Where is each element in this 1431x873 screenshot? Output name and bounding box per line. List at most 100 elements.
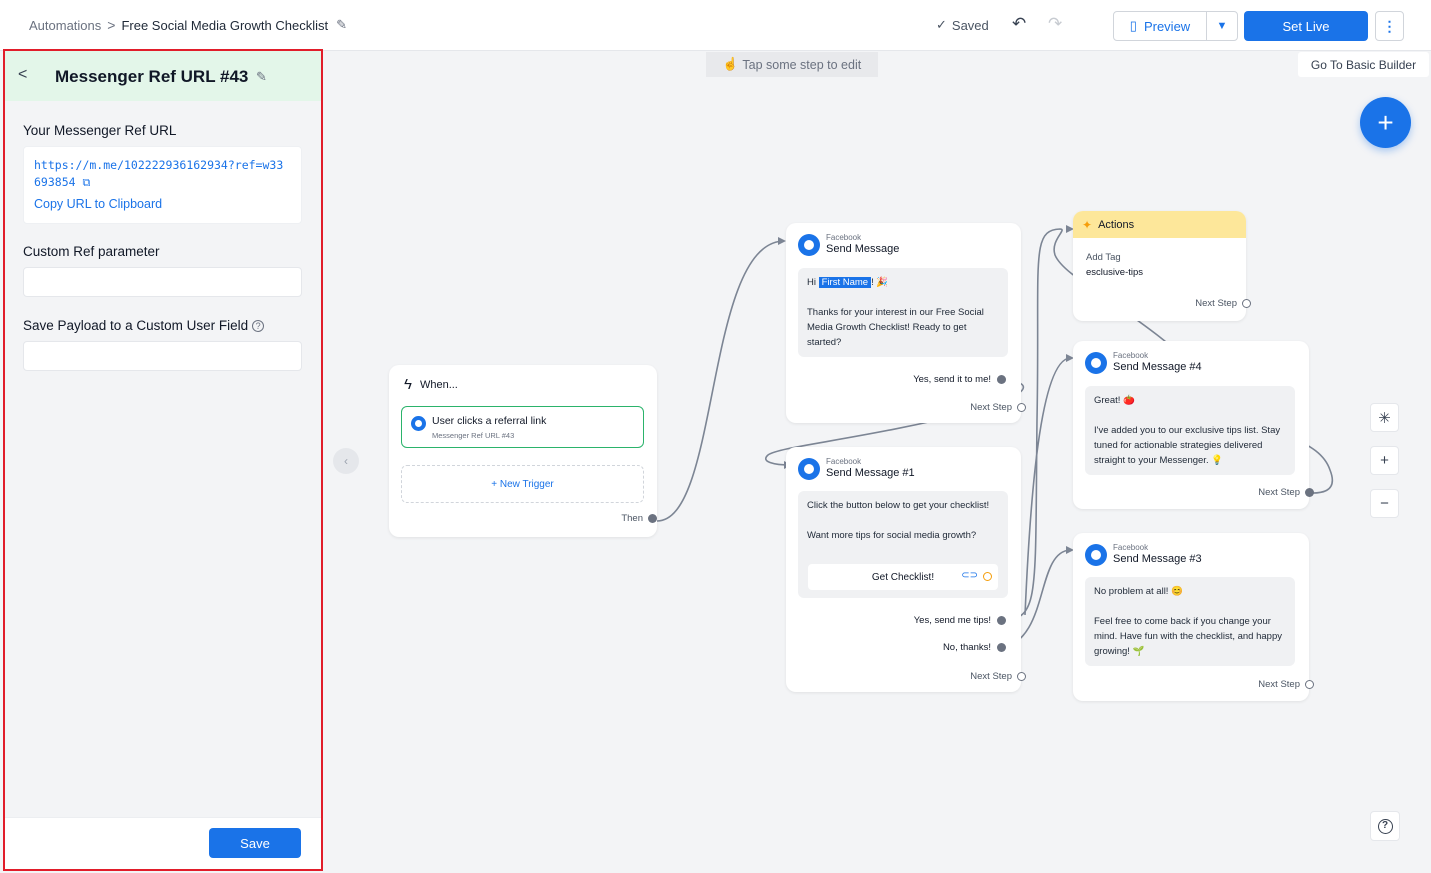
payload-field-label-row: Save Payload to a Custom User Field? bbox=[23, 318, 265, 333]
button-output-ring[interactable] bbox=[983, 572, 992, 581]
settings-panel: < Messenger Ref URL #43 ✎ Your Messenger… bbox=[3, 49, 323, 871]
sparkle-icon: ✦ bbox=[1082, 217, 1093, 232]
send-message-4-header: Facebook Send Message #4 bbox=[1085, 351, 1202, 374]
tap-step-banner: ☝ Tap some step to edit bbox=[706, 52, 878, 77]
help-button[interactable]: ? bbox=[1370, 811, 1400, 841]
message-body: Thanks for your interest in our Free Soc… bbox=[807, 307, 984, 348]
next-step-dot[interactable] bbox=[1305, 488, 1314, 497]
platform-label: Facebook bbox=[1113, 543, 1149, 552]
message-line-1: Great! 🍅 bbox=[1094, 395, 1135, 406]
zoom-out-minus-icon[interactable]: − bbox=[1370, 489, 1399, 518]
message-bubble[interactable]: Hi First Name! 🎉 Thanks for your interes… bbox=[798, 268, 1008, 357]
next-step-label: Next Step bbox=[1258, 679, 1300, 690]
next-step: Next Step bbox=[1258, 679, 1314, 690]
next-step: Next Step bbox=[1258, 487, 1314, 498]
go-to-basic-builder-button[interactable]: Go To Basic Builder bbox=[1298, 52, 1429, 77]
get-checklist-button[interactable]: Get Checklist! ⊂⊃ bbox=[808, 564, 998, 590]
back-chevron-left-icon[interactable]: < bbox=[18, 66, 27, 84]
next-step-label: Next Step bbox=[1258, 487, 1300, 498]
message-line-2: Want more tips for social media growth? bbox=[807, 530, 977, 541]
message-bubble[interactable]: No problem at all! 😊 Feel free to come b… bbox=[1085, 577, 1295, 666]
zoom-in-plus-icon[interactable]: + bbox=[1370, 446, 1399, 475]
custom-ref-input[interactable] bbox=[23, 267, 302, 297]
copy-url-link[interactable]: Copy URL to Clipboard bbox=[34, 197, 162, 211]
then-label: Then bbox=[621, 513, 643, 524]
actions-card[interactable]: ✦ Actions Add Tag esclusive-tips Next St… bbox=[1073, 211, 1251, 321]
button-label: Get Checklist! bbox=[871, 571, 935, 583]
messenger-icon bbox=[798, 233, 820, 256]
next-step: Next Step bbox=[970, 671, 1026, 682]
message-line-2: Feel free to come back if you change you… bbox=[1094, 616, 1282, 657]
quick-reply-no-thanks[interactable]: No, thanks! bbox=[943, 642, 1006, 653]
help-question-icon: ? bbox=[1377, 818, 1393, 834]
actions-header: ✦ Actions bbox=[1073, 211, 1246, 238]
ref-url-text[interactable]: https://m.me/102222936162934?ref=w336938… bbox=[34, 157, 284, 191]
next-step-label: Next Step bbox=[970, 402, 1012, 413]
trigger-subtitle: Messenger Ref URL #43 bbox=[432, 431, 515, 440]
collapse-panel-chevron-left-icon[interactable]: ‹ bbox=[333, 448, 359, 474]
next-step-ring[interactable] bbox=[1242, 299, 1251, 308]
tap-banner-text: Tap some step to edit bbox=[742, 57, 862, 72]
quick-reply-output-dot[interactable] bbox=[997, 616, 1006, 625]
platform-label: Facebook bbox=[1113, 351, 1149, 360]
card-title: Send Message #1 bbox=[826, 467, 915, 479]
new-trigger-button[interactable]: + New Trigger bbox=[401, 465, 644, 503]
connector-then-to-send-message bbox=[656, 240, 785, 522]
quick-reply-yes[interactable]: Yes, send it to me! bbox=[913, 374, 1006, 385]
payload-field-input[interactable] bbox=[23, 341, 302, 371]
panel-title: Messenger Ref URL #43 bbox=[55, 67, 249, 86]
quick-reply-label: No, thanks! bbox=[942, 642, 991, 653]
next-step-ring[interactable] bbox=[1017, 403, 1026, 412]
referral-link-trigger[interactable]: User clicks a referral link Messenger Re… bbox=[401, 406, 644, 448]
help-question-icon[interactable]: ? bbox=[252, 320, 265, 332]
trigger-title: User clicks a referral link bbox=[432, 415, 547, 427]
quick-reply-output-dot[interactable] bbox=[997, 643, 1006, 652]
send-message-1-card[interactable]: Facebook Send Message #1 Click the butto… bbox=[786, 447, 1026, 692]
save-button[interactable]: Save bbox=[209, 828, 301, 858]
messenger-icon bbox=[798, 457, 820, 480]
send-message-4-card[interactable]: Facebook Send Message #4 Great! 🍅 I've a… bbox=[1073, 341, 1314, 509]
card-title: Send Message bbox=[826, 243, 900, 255]
action-type: Add Tag bbox=[1086, 252, 1121, 263]
panel-footer: Save bbox=[5, 817, 321, 869]
message-bubble[interactable]: Great! 🍅 I've added you to our exclusive… bbox=[1085, 386, 1295, 475]
next-step-label: Next Step bbox=[1195, 298, 1237, 309]
platform-label: Facebook bbox=[826, 457, 862, 466]
next-step-ring[interactable] bbox=[1017, 672, 1026, 681]
next-step: Next Step bbox=[1195, 298, 1251, 309]
then-output: Then bbox=[621, 513, 657, 524]
link-icon: ⊂⊃ bbox=[961, 570, 978, 581]
actions-title: Actions bbox=[1098, 218, 1135, 231]
send-message-card[interactable]: Facebook Send Message Hi First Name! 🎉 T… bbox=[786, 223, 1026, 423]
when-label: When... bbox=[419, 378, 458, 391]
send-message-1-header: Facebook Send Message #1 bbox=[798, 457, 915, 480]
ref-url-value: https://m.me/102222936162934?ref=w336938… bbox=[34, 158, 284, 189]
copy-icon[interactable]: ⧉ bbox=[82, 176, 90, 189]
quick-reply-label: Yes, send me tips! bbox=[913, 615, 991, 626]
quick-reply-tips[interactable]: Yes, send me tips! bbox=[914, 615, 1006, 626]
platform-label: Facebook bbox=[826, 233, 862, 242]
arrowhead-send-message bbox=[778, 237, 786, 245]
card-title: Send Message #4 bbox=[1113, 361, 1202, 373]
auto-arrange-wand-icon[interactable]: ✳ bbox=[1370, 403, 1399, 432]
next-step-ring[interactable] bbox=[1305, 680, 1314, 689]
edit-title-pencil-icon[interactable]: ✎ bbox=[256, 69, 267, 85]
send-message-3-card[interactable]: Facebook Send Message #3 No problem at a… bbox=[1073, 533, 1314, 701]
ref-url-box: https://m.me/102222936162934?ref=w336938… bbox=[23, 146, 302, 224]
when-header: ϟ When... bbox=[404, 376, 458, 393]
send-message-header: Facebook Send Message bbox=[798, 233, 899, 256]
add-step-plus-icon[interactable]: + bbox=[1360, 97, 1411, 148]
messenger-icon bbox=[1085, 543, 1107, 566]
lightning-icon: ϟ bbox=[404, 376, 412, 393]
messenger-icon bbox=[1085, 351, 1107, 374]
then-output-dot[interactable] bbox=[648, 514, 657, 523]
first-name-tag: First Name bbox=[818, 277, 872, 288]
custom-ref-label: Custom Ref parameter bbox=[23, 244, 160, 259]
quick-reply-output-dot[interactable] bbox=[997, 375, 1006, 384]
payload-label: Save Payload to a Custom User Field bbox=[23, 318, 249, 333]
message-line-2: I've added you to our exclusive tips lis… bbox=[1094, 425, 1281, 466]
greeting-prefix: Hi bbox=[807, 277, 816, 288]
send-message-3-header: Facebook Send Message #3 bbox=[1085, 543, 1202, 566]
pointing-hand-icon: ☝ bbox=[722, 57, 739, 71]
trigger-card[interactable]: ϟ When... Then bbox=[389, 365, 657, 537]
